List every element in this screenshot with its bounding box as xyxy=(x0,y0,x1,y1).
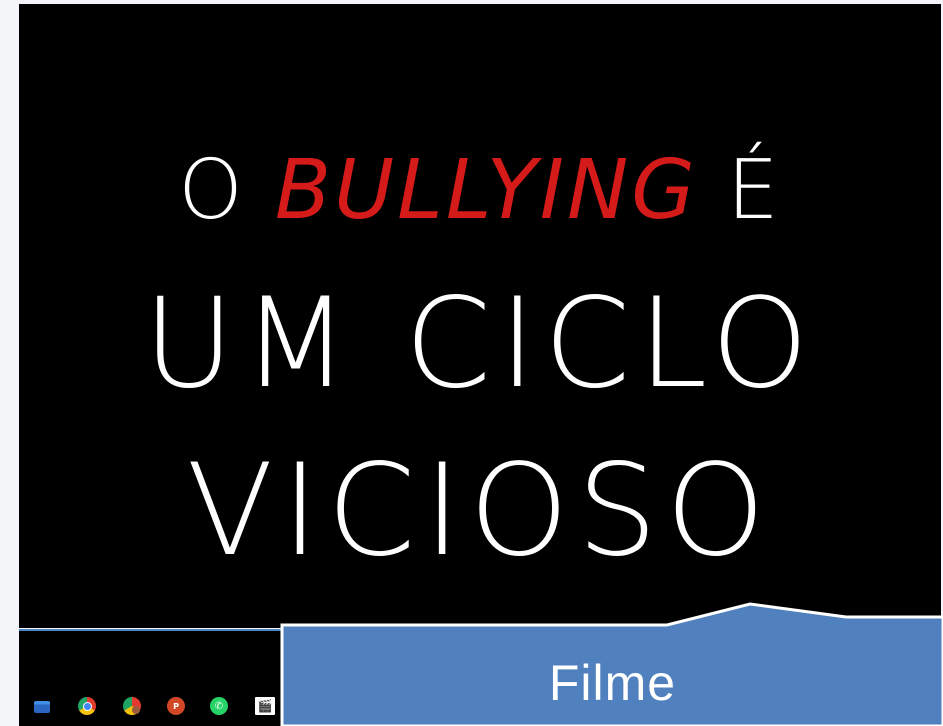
headline-accent-bullying: BULLYING xyxy=(274,143,698,238)
chrome-profile-icon[interactable] xyxy=(123,697,141,715)
video-frame: O BULLYING É UM CICLO VICIOSO xyxy=(19,4,941,628)
headline-suffix: É xyxy=(697,143,782,238)
file-explorer-icon[interactable] xyxy=(34,701,50,713)
whatsapp-icon[interactable]: ✆ xyxy=(210,697,228,715)
callout-label[interactable]: Filme xyxy=(282,640,943,726)
chrome-icon[interactable] xyxy=(78,697,96,715)
headline-line-3: VICIOSO xyxy=(186,436,774,584)
headline-prefix: O xyxy=(178,143,275,238)
headline-line-1: O BULLYING É xyxy=(19,150,941,232)
headline-line-2: UM CICLO xyxy=(143,272,817,416)
video-editor-icon[interactable]: 🎬 xyxy=(255,697,275,715)
powerpoint-icon[interactable]: P xyxy=(167,697,185,715)
